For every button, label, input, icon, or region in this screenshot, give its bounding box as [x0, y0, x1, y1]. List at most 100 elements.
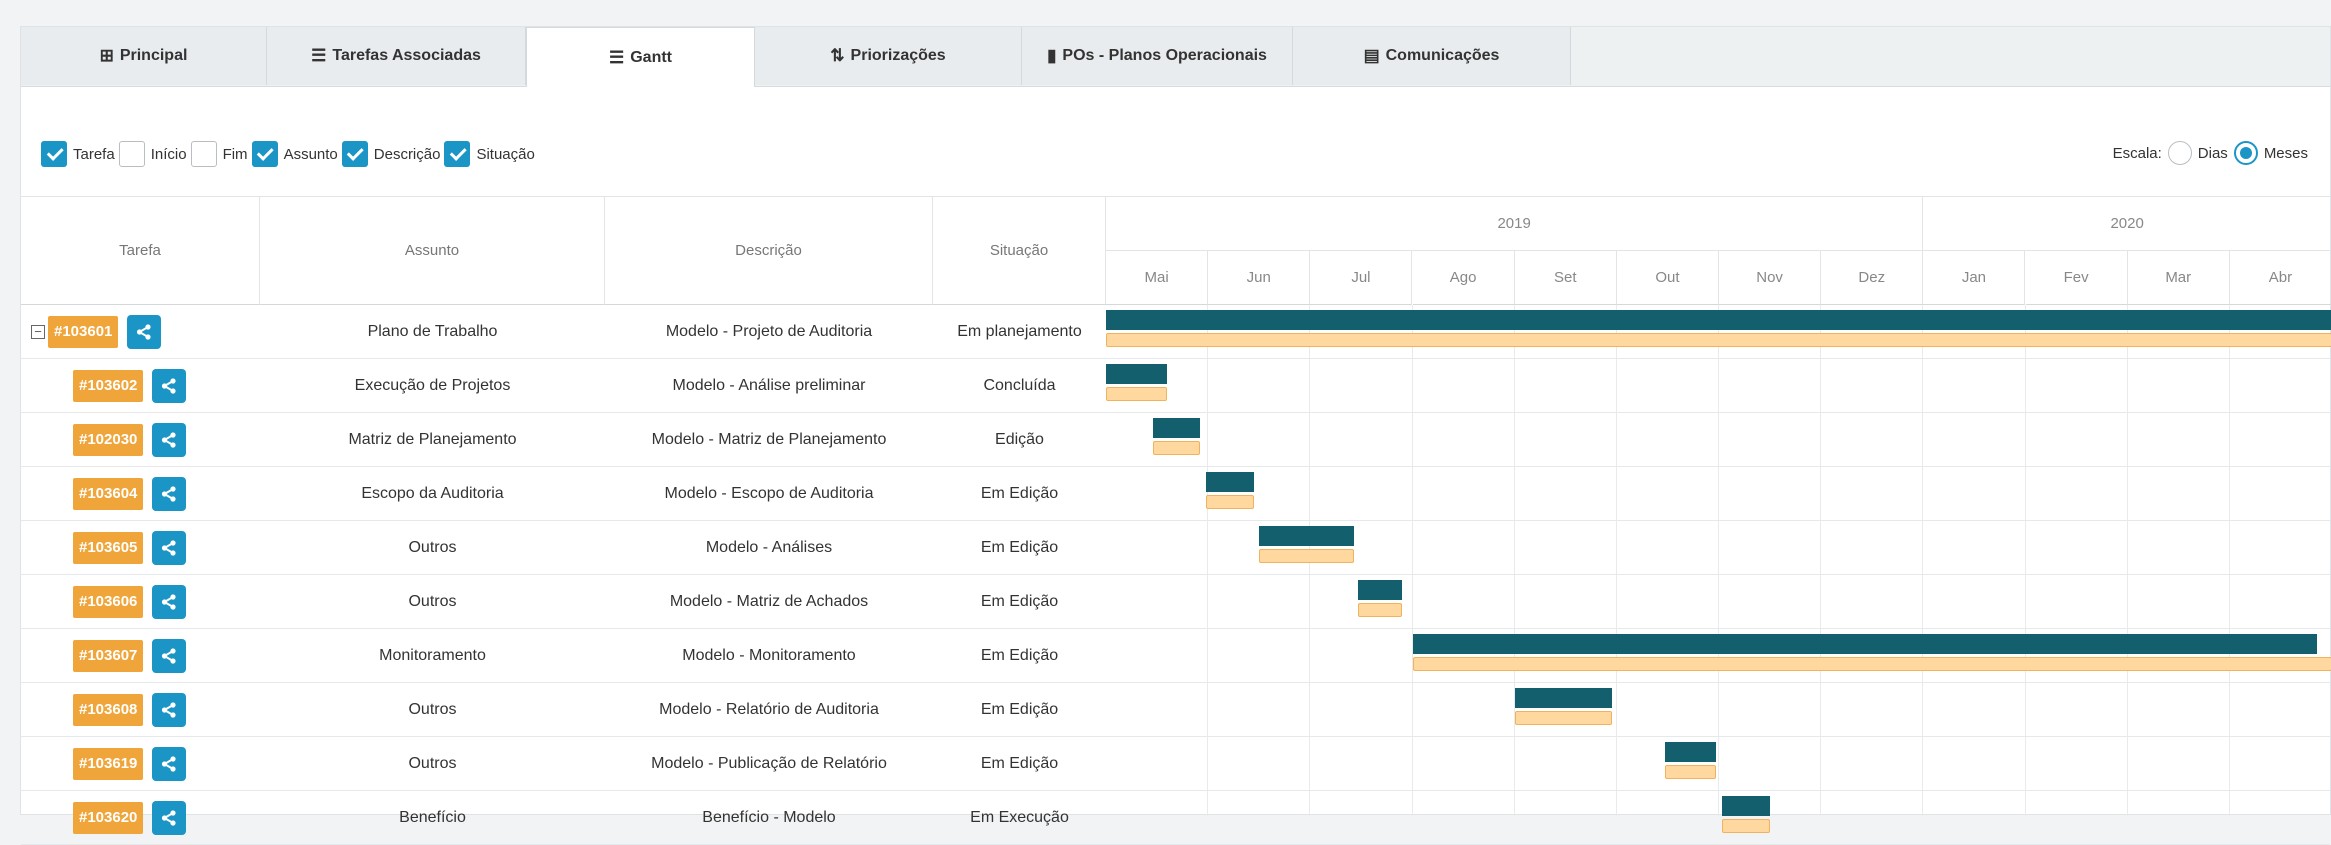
task-id-badge[interactable]: #103607: [73, 640, 143, 672]
scale-selector: Escala: Dias Meses: [2113, 141, 2308, 165]
task-id-badge[interactable]: #103619: [73, 748, 143, 780]
checkbox-label-descricao: Descrição: [374, 146, 441, 163]
gantt-bar[interactable]: [1413, 634, 2317, 654]
month-header: Out: [1617, 251, 1719, 305]
share-icon[interactable]: [127, 315, 161, 349]
gantt-bar[interactable]: [1106, 310, 2331, 330]
gantt-bar[interactable]: [1106, 364, 1167, 384]
column-header-tarefa: Tarefa: [21, 197, 260, 305]
month-header: Jul: [1310, 251, 1412, 305]
share-icon[interactable]: [152, 639, 186, 673]
radio-label-dias: Dias: [2198, 145, 2228, 162]
checkbox-situacao[interactable]: [444, 141, 470, 167]
month-header: Ago: [1413, 251, 1515, 305]
task-id-cell: #103605: [73, 521, 186, 574]
task-id-badge[interactable]: #103606: [73, 586, 143, 618]
scale-label: Escala:: [2113, 145, 2162, 162]
gantt-panel: ⊞Principal☰Tarefas Associadas ☰ Gantt ⇅Prio…: [20, 26, 2331, 815]
checkbox-assunto[interactable]: [252, 141, 278, 167]
task-id-badge[interactable]: #103604: [73, 478, 143, 510]
tab-bar: ⊞Principal☰Tarefas Associadas ☰ Gantt ⇅Prio…: [21, 27, 2330, 87]
descricao-cell: Modelo - Análise preliminar: [605, 359, 933, 412]
descricao-cell: Modelo - Matriz de Achados: [605, 575, 933, 628]
assunto-cell: Outros: [260, 521, 605, 574]
table-icon: ⊞: [100, 46, 114, 66]
month-header: Fev: [2026, 251, 2128, 305]
task-id-badge[interactable]: #103608: [73, 694, 143, 726]
share-icon[interactable]: [152, 801, 186, 835]
gantt-bar[interactable]: [1259, 526, 1354, 546]
checkbox-descricao[interactable]: [342, 141, 368, 167]
gantt-bar[interactable]: [1206, 472, 1254, 492]
checkbox-fim[interactable]: [191, 141, 217, 167]
gantt-baseline-bar: [1358, 603, 1402, 617]
share-icon[interactable]: [152, 531, 186, 565]
assunto-cell: Benefício: [260, 791, 605, 844]
assunto-cell: Outros: [260, 737, 605, 790]
checkbox-tarefa[interactable]: [41, 141, 67, 167]
assunto-cell: Execução de Projetos: [260, 359, 605, 412]
radio-meses[interactable]: [2234, 141, 2258, 165]
checkbox-label-assunto: Assunto: [284, 146, 338, 163]
situacao-cell: Em Edição: [933, 575, 1106, 628]
radio-dias[interactable]: [2168, 141, 2192, 165]
month-header: Jun: [1208, 251, 1310, 305]
descricao-cell: Modelo - Matriz de Planejamento: [605, 413, 933, 466]
task-id-badge[interactable]: #102030: [73, 424, 143, 456]
gantt-bar[interactable]: [1515, 688, 1612, 708]
gantt-bar[interactable]: [1358, 580, 1402, 600]
task-id-badge[interactable]: #103602: [73, 370, 143, 402]
column-header-situacao: Situação: [933, 197, 1106, 305]
tab-pos-planos-operacionais[interactable]: ▮POs - Planos Operacionais: [1022, 27, 1293, 85]
tab-gantt[interactable]: ☰ Gantt: [526, 27, 755, 87]
table-row: #103608OutrosModelo - Relatório de Audit…: [21, 683, 2330, 737]
share-icon[interactable]: [152, 585, 186, 619]
tab-label: Gantt: [630, 49, 672, 67]
situacao-cell: Em Execução: [933, 791, 1106, 844]
gantt-bar[interactable]: [1153, 418, 1200, 438]
gantt-bar[interactable]: [1722, 796, 1770, 816]
gantt-bar[interactable]: [1665, 742, 1716, 762]
task-id-cell: #103604: [73, 467, 186, 520]
month-header: Dez: [1821, 251, 1923, 305]
tab-prioriza-es[interactable]: ⇅Priorizações: [755, 27, 1022, 85]
task-id-badge[interactable]: #103620: [73, 802, 143, 834]
table-row: #103605OutrosModelo - AnálisesEm Edição: [21, 521, 2330, 575]
month-header: Mai: [1106, 251, 1208, 305]
situacao-cell: Em Edição: [933, 683, 1106, 736]
month-header: Nov: [1719, 251, 1821, 305]
share-icon[interactable]: [152, 369, 186, 403]
tab-principal[interactable]: ⊞Principal: [21, 27, 267, 85]
radio-label-meses: Meses: [2264, 145, 2308, 162]
descricao-cell: Benefício - Modelo: [605, 791, 933, 844]
situacao-cell: Em Edição: [933, 467, 1106, 520]
task-id-badge[interactable]: #103601: [48, 316, 118, 348]
year-header: 2019: [1106, 197, 1923, 251]
share-icon[interactable]: [152, 423, 186, 457]
gantt-baseline-bar: [1206, 495, 1254, 509]
gantt-grid: TarefaAssuntoDescriçãoSituação20192020Ma…: [21, 197, 2330, 816]
gantt-baseline-bar: [1259, 549, 1354, 563]
checkbox-inicio[interactable]: [119, 141, 145, 167]
table-row: #103604Escopo da AuditoriaModelo - Escop…: [21, 467, 2330, 521]
tab-label: Tarefas Associadas: [332, 47, 481, 65]
collapse-icon[interactable]: −: [31, 325, 45, 339]
assunto-cell: Monitoramento: [260, 629, 605, 682]
tab-tarefas-associadas[interactable]: ☰Tarefas Associadas: [267, 27, 526, 85]
share-icon[interactable]: [152, 477, 186, 511]
task-id-cell: #103602: [73, 359, 186, 412]
tab-comunica-es[interactable]: ▤Comunicações: [1293, 27, 1571, 85]
situacao-cell: Em Edição: [933, 521, 1106, 574]
clipboard-icon: ▮: [1047, 46, 1056, 66]
share-icon[interactable]: [152, 747, 186, 781]
share-icon[interactable]: [152, 693, 186, 727]
task-id-badge[interactable]: #103605: [73, 532, 143, 564]
descricao-cell: Modelo - Monitoramento: [605, 629, 933, 682]
gantt-toolbar: TarefaInícioFimAssuntoDescriçãoSituação …: [21, 87, 2330, 197]
situacao-cell: Em Edição: [933, 737, 1106, 790]
gantt-list-icon: ☰: [609, 48, 624, 68]
checkbox-label-tarefa: Tarefa: [73, 146, 115, 163]
assunto-cell: Matriz de Planejamento: [260, 413, 605, 466]
task-id-cell: #103620: [73, 791, 186, 844]
task-id-cell: #103607: [73, 629, 186, 682]
